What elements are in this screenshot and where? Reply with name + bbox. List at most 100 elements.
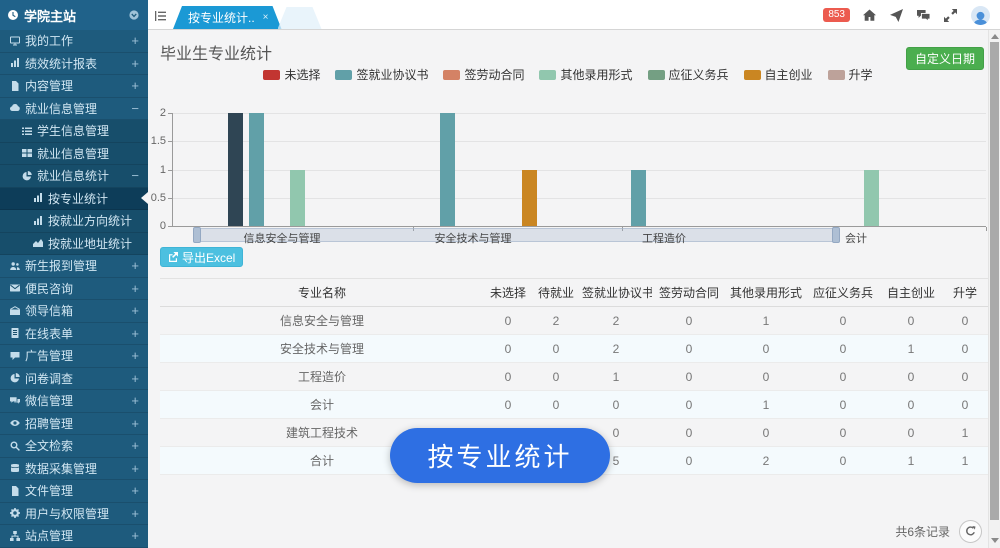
topbar: 按专业统计.. × 853: [148, 0, 1000, 30]
bar-其他录用形式-信息安全与管理[interactable]: [290, 170, 305, 227]
sidebar-item-7[interactable]: 按专业统计: [0, 188, 148, 211]
sidebar-item-20[interactable]: 文件管理+: [0, 480, 148, 503]
sidebar-item-21[interactable]: 用户与权限管理+: [0, 503, 148, 526]
tab-close-icon[interactable]: ×: [263, 12, 269, 23]
sidebar-menu: 我的工作+绩效统计报表+内容管理+就业信息管理−学生信息管理就业信息管理就业信息…: [0, 30, 148, 548]
sidebar-item-5[interactable]: 就业信息管理: [0, 143, 148, 166]
sidebar-item-18[interactable]: 全文检索+: [0, 435, 148, 458]
bar-待就业-信息安全与管理[interactable]: [228, 113, 243, 226]
legend-label: 自主创业: [765, 66, 813, 83]
export-label: 导出Excel: [182, 249, 235, 266]
legend-swatch: [539, 70, 556, 80]
table-cell: 0: [806, 363, 880, 391]
ad-icon: [10, 351, 20, 361]
sidebar-item-label: 问卷调查: [25, 370, 131, 387]
chevron-circle-down-icon[interactable]: [129, 10, 140, 21]
send-icon[interactable]: [890, 9, 904, 22]
sidebar-item-label: 领导信箱: [25, 302, 131, 319]
expand-indicator: +: [131, 393, 139, 408]
chart-legend: 未选择 签就业协议书签劳动合同其他录用形式应征义务兵 自主创业升学: [148, 66, 988, 83]
table-cell: 2: [580, 307, 652, 335]
fullscreen-icon[interactable]: [944, 9, 958, 22]
expand-indicator: +: [131, 416, 139, 431]
sidebar-item-13[interactable]: 在线表单+: [0, 323, 148, 346]
x-axis-tick: [986, 227, 987, 231]
datazoom-left-handle[interactable]: [193, 227, 201, 243]
table-header-cell: 自主创业: [880, 279, 942, 307]
y-gridline: [172, 141, 986, 142]
sidebar-item-19[interactable]: 数据采集管理+: [0, 458, 148, 481]
sidebar-item-12[interactable]: 领导信箱+: [0, 300, 148, 323]
bar-签就业协议书-信息安全与管理[interactable]: [249, 113, 264, 226]
table-row: 工程造价00100000: [160, 363, 988, 391]
sidebar-item-10[interactable]: 新生报到管理+: [0, 255, 148, 278]
table-cell: 0: [942, 307, 988, 335]
legend-item-0[interactable]: 未选择: [263, 66, 320, 83]
bar-其他录用形式-会计[interactable]: [864, 170, 879, 227]
active-item-arrow-icon: [141, 192, 148, 204]
table-cell: 0: [484, 363, 532, 391]
grid-icon: [22, 148, 32, 158]
messages-icon[interactable]: [917, 9, 931, 22]
form-icon: [10, 328, 20, 338]
sidebar-item-11[interactable]: 便民咨询+: [0, 278, 148, 301]
legend-item-5[interactable]: 自主创业: [744, 66, 813, 83]
user-avatar[interactable]: [971, 6, 990, 25]
sidebar-item-4[interactable]: 学生信息管理: [0, 120, 148, 143]
sidebar-item-label: 便民咨询: [25, 280, 131, 297]
sidebar-item-17[interactable]: 招聘管理+: [0, 413, 148, 436]
refresh-button[interactable]: [959, 520, 982, 543]
sidebar-item-0[interactable]: 我的工作+: [0, 30, 148, 53]
expand-indicator: +: [131, 78, 139, 93]
sidebar-item-9[interactable]: 按就业地址统计: [0, 233, 148, 256]
site-title: 学院主站: [24, 6, 123, 25]
table-header-cell: 其他录用形式: [726, 279, 806, 307]
legend-label: 签就业协议书: [356, 66, 428, 83]
sidebar-item-label: 学生信息管理: [37, 122, 139, 139]
sidebar-item-8[interactable]: 按就业方向统计: [0, 210, 148, 233]
sidebar-item-16[interactable]: 微信管理+: [0, 390, 148, 413]
table-cell: 0: [806, 447, 880, 475]
tab-major-statistics[interactable]: 按专业统计.. ×: [173, 6, 282, 29]
refresh-icon: [965, 526, 976, 537]
table-header-cell: 专业名称: [160, 279, 484, 307]
table-cell: 会计: [160, 391, 484, 419]
scroll-down-arrow-icon[interactable]: [991, 538, 999, 543]
scroll-up-arrow-icon[interactable]: [991, 34, 999, 39]
bar-签就业协议书-安全技术与管理[interactable]: [440, 113, 455, 226]
sidebar-item-6[interactable]: 就业信息统计−: [0, 165, 148, 188]
bar-chart-icon: [10, 58, 20, 68]
table-cell: 0: [880, 363, 942, 391]
sidebar-item-22[interactable]: 站点管理+: [0, 525, 148, 548]
bar-自主创业-安全技术与管理[interactable]: [522, 170, 537, 227]
scrollbar-thumb[interactable]: [990, 42, 999, 520]
legend-item-2[interactable]: 签劳动合同: [443, 66, 524, 83]
table-cell: 0: [652, 447, 726, 475]
legend-item-6[interactable]: 升学: [828, 66, 873, 83]
sidebar-item-15[interactable]: 问卷调查+: [0, 368, 148, 391]
bar-chart-icon: [33, 193, 43, 203]
table-cell: 1: [942, 419, 988, 447]
table-header-cell: 签劳动合同: [652, 279, 726, 307]
datazoom-right-handle[interactable]: [832, 227, 840, 243]
file-icon: [10, 81, 20, 91]
action-overlay-button[interactable]: 按专业统计: [390, 428, 610, 483]
sidebar-item-label: 新生报到管理: [25, 257, 131, 274]
notification-badge[interactable]: 853: [823, 8, 850, 22]
legend-item-3[interactable]: 其他录用形式: [539, 66, 632, 83]
table-cell: 0: [484, 307, 532, 335]
sidebar-item-14[interactable]: 广告管理+: [0, 345, 148, 368]
sidebar-header[interactable]: 学院主站: [0, 0, 148, 30]
sidebar-item-1[interactable]: 绩效统计报表+: [0, 53, 148, 76]
export-excel-button[interactable]: 导出Excel: [160, 247, 243, 267]
vertical-scrollbar[interactable]: [988, 30, 1000, 548]
bar-签就业协议书-工程造价[interactable]: [631, 170, 646, 227]
file-icon: [10, 486, 20, 496]
home-icon[interactable]: [863, 9, 877, 22]
sidebar-item-3[interactable]: 就业信息管理−: [0, 98, 148, 121]
sidebar-item-2[interactable]: 内容管理+: [0, 75, 148, 98]
export-icon: [168, 252, 178, 262]
sidebar-toggle-icon[interactable]: [154, 10, 166, 20]
legend-item-4[interactable]: 应征义务兵: [648, 66, 729, 83]
legend-item-1[interactable]: 签就业协议书: [335, 66, 428, 83]
